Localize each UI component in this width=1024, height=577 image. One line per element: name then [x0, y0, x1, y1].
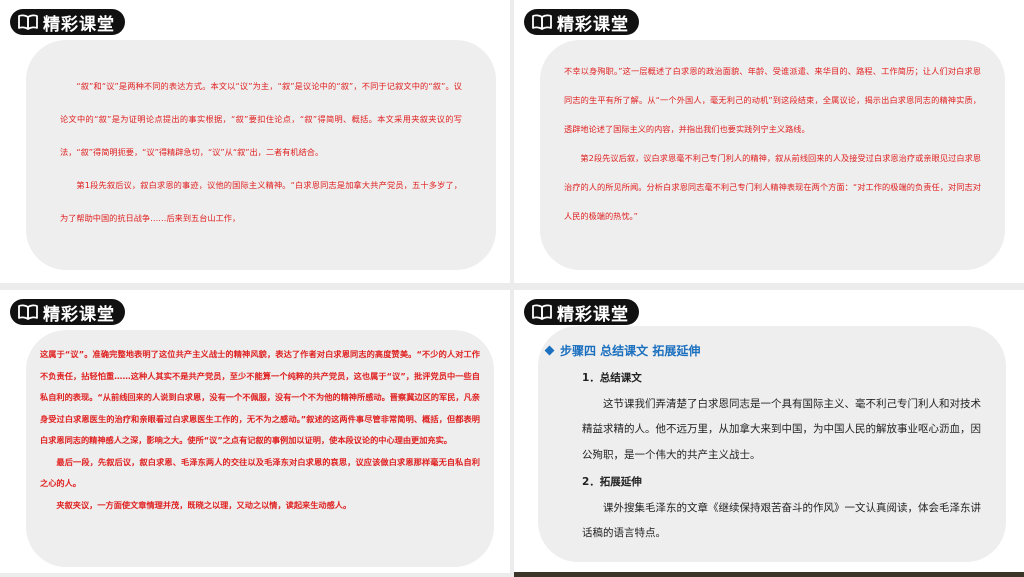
section-header: 精彩课堂	[524, 299, 639, 325]
slide-3[interactable]: 精彩课堂 这属于“议”。准确完整地表明了这位共产主义战士的精神风貌，表达了作者对…	[0, 290, 510, 573]
paragraph: 第2段先议后叙，议白求恩毫不利己专门利人的精神，叙从前线回来的人及接受过白求恩治…	[564, 153, 981, 221]
section-header: 精彩课堂	[524, 9, 639, 35]
next-slide-edge	[514, 572, 1024, 577]
paragraph: 第1段先叙后议，叙白求恩的事迹，议他的国际主义精神。“白求恩同志是加拿大共产党员…	[60, 180, 462, 223]
diamond-bullet-icon	[544, 345, 555, 356]
content-card: 步骤四 总结课文 拓展延伸 1．总结课文 这节课我们弄清楚了白求恩同志是一个具有…	[538, 326, 1006, 562]
open-book-icon	[18, 304, 38, 320]
open-book-icon	[532, 304, 552, 320]
slide-4[interactable]: 精彩课堂 步骤四 总结课文 拓展延伸 1．总结课文 这节课我们弄清楚了白求恩同志…	[514, 290, 1024, 573]
extension-section: 2．拓展延伸 课外搜集毛泽东的文章《继续保持艰苦奋斗的作风》一文认真阅读，体会毛…	[582, 470, 982, 547]
content-card: 不幸以身殉职。”这一层概述了白求恩的政治面貌、年龄、受谁派遣、来华目的、路程、工…	[540, 40, 1005, 270]
header-label: 精彩课堂	[43, 14, 115, 35]
step-title-text: 步骤四 总结课文 拓展延伸	[560, 344, 701, 358]
section-heading: 2．拓展延伸	[582, 476, 642, 488]
paragraph: 最后一段，先叙后议，叙白求恩、毛泽东两人的交往以及毛泽东对白求恩的哀思，议应该做…	[40, 456, 480, 489]
header-label: 精彩课堂	[557, 304, 629, 325]
header-label: 精彩课堂	[557, 14, 629, 35]
slide-1[interactable]: 精彩课堂 “叙”和“议”是两种不同的表达方式。本文以“议”为主，“叙”是议论中的…	[0, 0, 510, 283]
paragraph: 夹叙夹议，一方面使文章情理并茂，既晓之以理，又动之以情，读起来生动感人。	[56, 499, 352, 510]
summary-section: 1．总结课文 这节课我们弄清楚了白求恩同志是一个具有国际主义、毫不利己专门利人和…	[582, 366, 982, 468]
open-book-icon	[18, 14, 38, 30]
step-title: 步骤四 总结课文 拓展延伸	[544, 342, 701, 359]
open-book-icon	[532, 14, 552, 30]
section-body: 这节课我们弄清楚了白求恩同志是一个具有国际主义、毫不利己专门利人和对技术精益求精…	[582, 397, 981, 461]
paragraph: 不幸以身殉职。”这一层概述了白求恩的政治面貌、年龄、受谁派遣、来华目的、路程、工…	[564, 66, 981, 134]
section-header: 精彩课堂	[10, 299, 125, 325]
section-header: 精彩课堂	[10, 9, 125, 35]
section-heading: 1．总结课文	[582, 372, 642, 384]
content-card: “叙”和“议”是两种不同的表达方式。本文以“议”为主，“叙”是议论中的“叙”，不…	[26, 40, 496, 270]
slide-2[interactable]: 精彩课堂 不幸以身殉职。”这一层概述了白求恩的政治面貌、年龄、受谁派遣、来华目的…	[514, 0, 1024, 283]
paragraph: “叙”和“议”是两种不同的表达方式。本文以“议”为主，“叙”是议论中的“叙”，不…	[60, 81, 462, 157]
section-body: 课外搜集毛泽东的文章《继续保持艰苦奋斗的作风》一文认真阅读，体会毛泽东讲话稿的语…	[582, 501, 981, 540]
header-label: 精彩课堂	[43, 304, 115, 325]
paragraph: 这属于“议”。准确完整地表明了这位共产主义战士的精神风貌，表达了作者对白求恩同志…	[40, 349, 480, 445]
content-card: 这属于“议”。准确完整地表明了这位共产主义战士的精神风貌，表达了作者对白求恩同志…	[26, 330, 494, 567]
